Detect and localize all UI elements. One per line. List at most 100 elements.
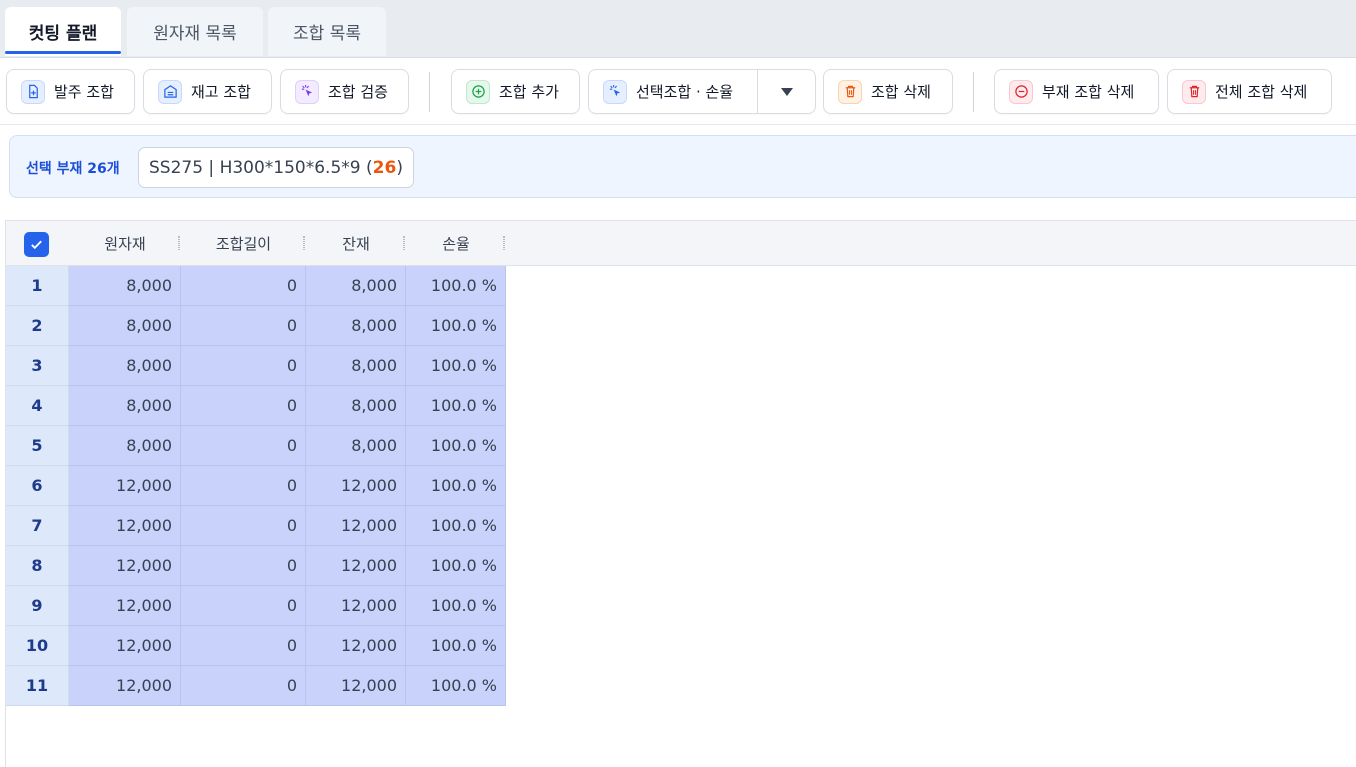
raw-material-cell[interactable]: 12,000 [69, 586, 181, 626]
combo-length-cell[interactable]: 0 [181, 306, 306, 346]
dropdown-toggle[interactable] [757, 70, 815, 113]
remnant-cell[interactable]: 8,000 [306, 346, 406, 386]
tab-cutting-plan[interactable]: 컷팅 플랜 [5, 7, 121, 56]
remnant-cell[interactable]: 8,000 [306, 386, 406, 426]
raw-material-cell[interactable]: 8,000 [69, 426, 181, 466]
combo-length-cell[interactable]: 0 [181, 666, 306, 706]
loss-rate-cell[interactable]: 100.0 % [406, 546, 506, 586]
member-spec-chip[interactable]: SS275 | H300*150*6.5*9 (26) [138, 147, 414, 188]
tab-combo-list[interactable]: 조합 목록 [268, 7, 386, 56]
table-row[interactable]: 7 12,000 0 12,000 100.0 % [6, 506, 506, 546]
column-resize-handle[interactable] [303, 236, 305, 250]
raw-material-cell[interactable]: 12,000 [69, 626, 181, 666]
column-resize-handle[interactable] [503, 236, 505, 250]
raw-material-cell[interactable]: 12,000 [69, 466, 181, 506]
raw-material-cell[interactable]: 8,000 [69, 346, 181, 386]
raw-material-cell[interactable]: 12,000 [69, 506, 181, 546]
row-number[interactable]: 11 [6, 666, 69, 706]
remnant-cell[interactable]: 8,000 [306, 306, 406, 346]
loss-rate-cell[interactable]: 100.0 % [406, 586, 506, 626]
row-number[interactable]: 5 [6, 426, 69, 466]
selected-combo-loss-button[interactable]: 선택조합 · 손율 [588, 69, 816, 114]
pointer-click-icon [295, 79, 319, 104]
remnant-cell[interactable]: 12,000 [306, 506, 406, 546]
tab-raw-material-list[interactable]: 원자재 목록 [127, 7, 263, 56]
table-row[interactable]: 3 8,000 0 8,000 100.0 % [6, 346, 506, 386]
column-header-raw-material[interactable]: 원자재 [69, 221, 181, 266]
combo-length-cell[interactable]: 0 [181, 426, 306, 466]
combo-length-cell[interactable]: 0 [181, 506, 306, 546]
row-number[interactable]: 3 [6, 346, 69, 386]
combo-length-cell[interactable]: 0 [181, 586, 306, 626]
combo-length-cell[interactable]: 0 [181, 266, 306, 306]
loss-rate-cell[interactable]: 100.0 % [406, 666, 506, 706]
loss-rate-cell[interactable]: 100.0 % [406, 626, 506, 666]
caret-down-icon [780, 87, 793, 96]
member-spec-text: SS275 | H300*150*6.5*9 ( [149, 157, 373, 178]
verify-combo-button[interactable]: 조합 검증 [280, 69, 409, 114]
delete-member-combo-label: 부재 조합 삭제 [1042, 83, 1135, 101]
remnant-cell[interactable]: 12,000 [306, 466, 406, 506]
add-combo-label: 조합 추가 [499, 83, 559, 101]
raw-material-cell[interactable]: 12,000 [69, 666, 181, 706]
delete-combo-button[interactable]: 조합 삭제 [823, 69, 953, 114]
loss-rate-cell[interactable]: 100.0 % [406, 266, 506, 306]
column-resize-handle[interactable] [178, 236, 180, 250]
raw-material-cell[interactable]: 8,000 [69, 306, 181, 346]
raw-material-cell[interactable]: 8,000 [69, 266, 181, 306]
raw-material-cell[interactable]: 12,000 [69, 546, 181, 586]
add-combo-button[interactable]: 조합 추가 [451, 69, 580, 114]
loss-rate-cell[interactable]: 100.0 % [406, 306, 506, 346]
combo-length-cell[interactable]: 0 [181, 386, 306, 426]
table-row[interactable]: 4 8,000 0 8,000 100.0 % [6, 386, 506, 426]
row-number[interactable]: 9 [6, 586, 69, 626]
remnant-cell[interactable]: 8,000 [306, 426, 406, 466]
column-resize-handle[interactable] [403, 236, 405, 250]
table-row[interactable]: 2 8,000 0 8,000 100.0 % [6, 306, 506, 346]
delete-all-combo-button[interactable]: 전체 조합 삭제 [1167, 69, 1332, 114]
row-number[interactable]: 4 [6, 386, 69, 426]
select-all-checkbox[interactable] [24, 232, 49, 257]
row-number[interactable]: 8 [6, 546, 69, 586]
loss-rate-cell[interactable]: 100.0 % [406, 506, 506, 546]
loss-rate-cell[interactable]: 100.0 % [406, 386, 506, 426]
remnant-cell[interactable]: 12,000 [306, 546, 406, 586]
combo-length-cell[interactable]: 0 [181, 626, 306, 666]
remnant-cell[interactable]: 12,000 [306, 666, 406, 706]
delete-member-combo-button[interactable]: 부재 조합 삭제 [994, 69, 1159, 114]
order-combo-button[interactable]: 발주 조합 [6, 69, 135, 114]
row-number[interactable]: 2 [6, 306, 69, 346]
table-row[interactable]: 1 8,000 0 8,000 100.0 % [6, 266, 506, 306]
table-row[interactable]: 10 12,000 0 12,000 100.0 % [6, 626, 506, 666]
table-row[interactable]: 9 12,000 0 12,000 100.0 % [6, 586, 506, 626]
loss-rate-cell[interactable]: 100.0 % [406, 426, 506, 466]
column-header-loss-rate[interactable]: 손율 [406, 221, 506, 266]
raw-material-cell[interactable]: 8,000 [69, 386, 181, 426]
table-row[interactable]: 6 12,000 0 12,000 100.0 % [6, 466, 506, 506]
loss-rate-cell[interactable]: 100.0 % [406, 346, 506, 386]
row-number[interactable]: 6 [6, 466, 69, 506]
member-spec-count: 26 [372, 157, 397, 178]
column-header-remnant[interactable]: 잔재 [306, 221, 406, 266]
table-row[interactable]: 5 8,000 0 8,000 100.0 % [6, 426, 506, 466]
combo-length-cell[interactable]: 0 [181, 546, 306, 586]
row-number[interactable]: 10 [6, 626, 69, 666]
row-number[interactable]: 1 [6, 266, 69, 306]
combo-length-cell[interactable]: 0 [181, 466, 306, 506]
check-icon [31, 240, 42, 250]
loss-rate-cell[interactable]: 100.0 % [406, 466, 506, 506]
column-header-combo-length[interactable]: 조합길이 [181, 221, 306, 266]
combo-length-cell[interactable]: 0 [181, 346, 306, 386]
toolbar: 발주 조합 재고 조합 조합 검증 조합 추가 선택조합 · 손율 조합 삭제 [0, 58, 1356, 125]
selected-combo-loss-label: 선택조합 · 손율 [636, 83, 734, 101]
selection-bar: 선택 부재 26개 SS275 | H300*150*6.5*9 (26) [9, 135, 1356, 198]
toolbar-divider [429, 72, 430, 112]
remnant-cell[interactable]: 8,000 [306, 266, 406, 306]
remnant-cell[interactable]: 12,000 [306, 586, 406, 626]
row-number[interactable]: 7 [6, 506, 69, 546]
table-row[interactable]: 8 12,000 0 12,000 100.0 % [6, 546, 506, 586]
stock-combo-button[interactable]: 재고 조합 [143, 69, 272, 114]
trash-icon [838, 79, 862, 104]
table-row[interactable]: 11 12,000 0 12,000 100.0 % [6, 666, 506, 706]
remnant-cell[interactable]: 12,000 [306, 626, 406, 666]
